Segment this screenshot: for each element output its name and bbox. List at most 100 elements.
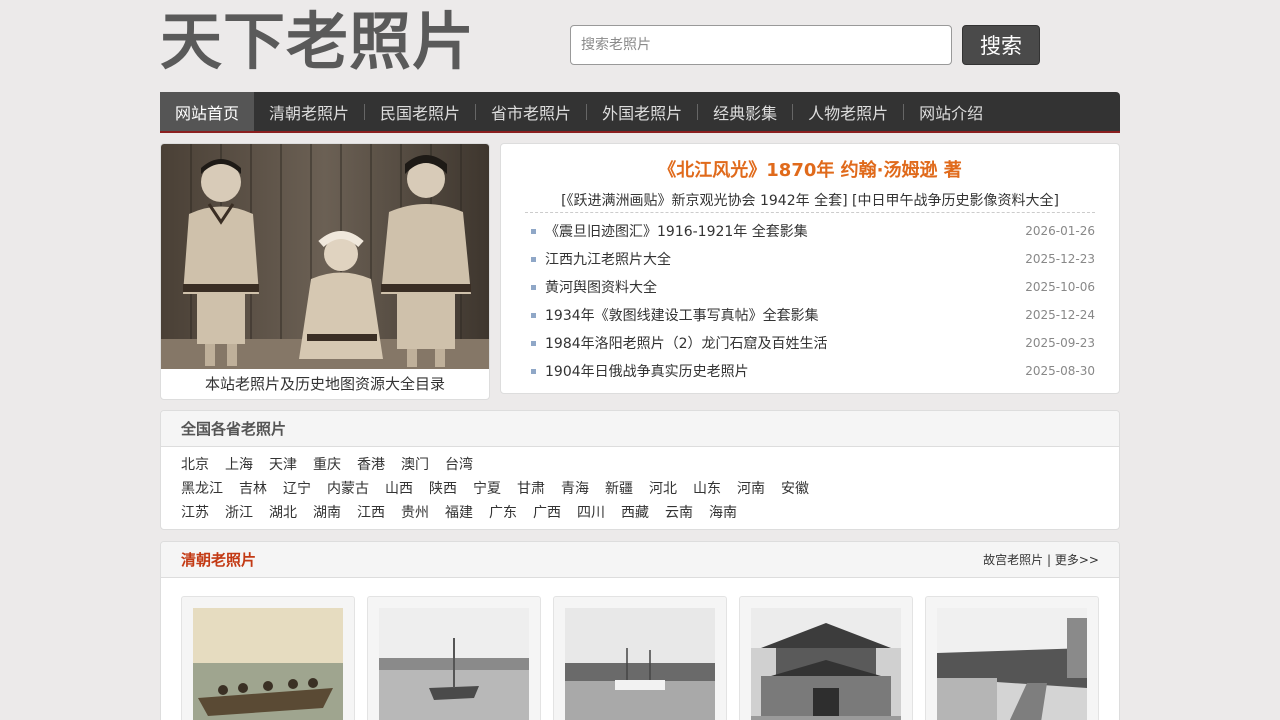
- news-date: 2025-09-23: [1025, 336, 1095, 350]
- list-item: 黄河舆图资料大全 2025-10-06: [531, 273, 1095, 301]
- news-link[interactable]: 江西九江老照片大全: [531, 249, 671, 269]
- province-link[interactable]: 青海: [561, 478, 589, 498]
- thumbnail-boat-photo[interactable]: [193, 608, 343, 720]
- photo-card[interactable]: [367, 596, 541, 720]
- thumbnail-riverside-photo[interactable]: [937, 608, 1087, 720]
- news-link[interactable]: 《震旦旧迹图汇》1916-1921年 全套影集: [531, 221, 808, 241]
- photo-card[interactable]: [553, 596, 727, 720]
- provinces-title: 全国各省老照片: [181, 420, 287, 438]
- province-link[interactable]: 四川: [577, 502, 605, 522]
- province-link[interactable]: 湖南: [313, 502, 341, 522]
- feature-card[interactable]: 本站老照片及历史地图资源大全目录: [160, 143, 490, 400]
- thumbnail-steamboat-photo[interactable]: [565, 608, 715, 720]
- province-link[interactable]: 上海: [225, 454, 253, 474]
- thumbnail-harbor-photo[interactable]: [379, 608, 529, 720]
- province-link[interactable]: 福建: [445, 502, 473, 522]
- qing-section-title[interactable]: 清朝老照片: [181, 549, 256, 570]
- main-nav: 网站首页 清朝老照片 民国老照片 省市老照片 外国老照片 经典影集 人物老照片 …: [160, 92, 1120, 133]
- province-link[interactable]: 新疆: [605, 478, 633, 498]
- list-item: 1934年《敦图线建设工事写真帖》全套影集 2025-12-24: [531, 301, 1095, 329]
- nav-item-minguo[interactable]: 民国老照片: [365, 92, 475, 131]
- site-logo[interactable]: 天下老照片: [160, 6, 475, 78]
- province-link[interactable]: 安徽: [781, 478, 809, 498]
- bullet-icon: [531, 256, 536, 262]
- province-link[interactable]: 甘肃: [517, 478, 545, 498]
- panel-header: 清朝老照片 故宫老照片 | 更多>>: [161, 542, 1119, 578]
- province-links: 北京 上海 天津 重庆 香港 澳门 台湾 黑龙江 吉林 辽宁 内蒙古 山西 陕西…: [161, 447, 1119, 524]
- province-link[interactable]: 辽宁: [283, 478, 311, 498]
- province-link[interactable]: 山东: [693, 478, 721, 498]
- news-date: 2025-12-24: [1025, 308, 1095, 322]
- list-item: 江西九江老照片大全 2025-12-23: [531, 245, 1095, 273]
- nav-item-about[interactable]: 网站介绍: [904, 92, 998, 131]
- sub-headline-links[interactable]: [《跃进满洲画贴》新京观光协会 1942年 全套] [中日甲午战争历史影像资料大…: [525, 192, 1095, 213]
- province-link[interactable]: 海南: [709, 502, 737, 522]
- province-link[interactable]: 天津: [269, 454, 297, 474]
- province-link[interactable]: 广东: [489, 502, 517, 522]
- more-link[interactable]: 更多>>: [1055, 553, 1099, 567]
- nav-item-people[interactable]: 人物老照片: [793, 92, 903, 131]
- province-link[interactable]: 重庆: [313, 454, 341, 474]
- thumbnail-city-gate-photo[interactable]: [751, 608, 901, 720]
- province-link[interactable]: 宁夏: [473, 478, 501, 498]
- forbidden-city-link[interactable]: 故宫老照片: [983, 553, 1043, 567]
- province-link[interactable]: 贵州: [401, 502, 429, 522]
- news-date: 2025-08-30: [1025, 364, 1095, 378]
- search-button[interactable]: 搜索: [962, 25, 1040, 65]
- news-date: 2025-10-06: [1025, 280, 1095, 294]
- province-row: 黑龙江 吉林 辽宁 内蒙古 山西 陕西 宁夏 甘肃 青海 新疆 河北 山东 河南…: [181, 476, 1099, 500]
- province-link[interactable]: 广西: [533, 502, 561, 522]
- province-link[interactable]: 陕西: [429, 478, 457, 498]
- panel-header: 全国各省老照片: [161, 411, 1119, 447]
- news-link[interactable]: 黄河舆图资料大全: [531, 277, 657, 297]
- province-link[interactable]: 云南: [665, 502, 693, 522]
- photo-card[interactable]: [739, 596, 913, 720]
- photo-card[interactable]: [925, 596, 1099, 720]
- list-item: 1904年日俄战争真实历史老照片 2025-08-30: [531, 357, 1095, 385]
- province-row: 江苏 浙江 湖北 湖南 江西 贵州 福建 广东 广西 四川 西藏 云南 海南: [181, 500, 1099, 524]
- news-panel: 《北江风光》1870年 约翰·汤姆逊 著 [《跃进满洲画贴》新京观光协会 194…: [500, 143, 1120, 394]
- province-link[interactable]: 河北: [649, 478, 677, 498]
- search-input[interactable]: [570, 25, 952, 65]
- nav-item-albums[interactable]: 经典影集: [698, 92, 792, 131]
- province-link[interactable]: 北京: [181, 454, 209, 474]
- province-link[interactable]: 台湾: [445, 454, 473, 474]
- provinces-panel: 全国各省老照片 北京 上海 天津 重庆 香港 澳门 台湾 黑龙江 吉林 辽宁 内…: [160, 410, 1120, 530]
- feature-caption[interactable]: 本站老照片及历史地图资源大全目录: [161, 369, 489, 399]
- bullet-icon: [531, 228, 536, 234]
- nav-item-qing[interactable]: 清朝老照片: [254, 92, 364, 131]
- feature-photo-three-girls[interactable]: [161, 144, 489, 369]
- list-item: 1984年洛阳老照片（2）龙门石窟及百姓生活 2025-09-23: [531, 329, 1095, 357]
- bullet-icon: [531, 368, 536, 374]
- province-link[interactable]: 江西: [357, 502, 385, 522]
- province-link[interactable]: 山西: [385, 478, 413, 498]
- news-list: 《震旦旧迹图汇》1916-1921年 全套影集 2026-01-26 江西九江老…: [531, 217, 1095, 385]
- province-link[interactable]: 澳门: [401, 454, 429, 474]
- headline-link[interactable]: 《北江风光》1870年 约翰·汤姆逊 著: [501, 160, 1119, 182]
- news-link[interactable]: 1984年洛阳老照片（2）龙门石窟及百姓生活: [531, 333, 828, 353]
- province-link[interactable]: 湖北: [269, 502, 297, 522]
- province-link[interactable]: 吉林: [239, 478, 267, 498]
- province-link[interactable]: 内蒙古: [327, 478, 369, 498]
- news-link[interactable]: 1904年日俄战争真实历史老照片: [531, 361, 749, 381]
- qing-photos-panel: 清朝老照片 故宫老照片 | 更多>>: [160, 541, 1120, 720]
- nav-item-cities[interactable]: 省市老照片: [476, 92, 586, 131]
- news-link[interactable]: 1934年《敦图线建设工事写真帖》全套影集: [531, 305, 819, 325]
- photo-card[interactable]: [181, 596, 355, 720]
- province-link[interactable]: 江苏: [181, 502, 209, 522]
- bullet-icon: [531, 284, 536, 290]
- province-link[interactable]: 西藏: [621, 502, 649, 522]
- bullet-icon: [531, 340, 536, 346]
- nav-item-home[interactable]: 网站首页: [160, 92, 255, 131]
- province-row: 北京 上海 天津 重庆 香港 澳门 台湾: [181, 452, 1099, 476]
- news-date: 2025-12-23: [1025, 252, 1095, 266]
- list-item: 《震旦旧迹图汇》1916-1921年 全套影集 2026-01-26: [531, 217, 1095, 245]
- bullet-icon: [531, 312, 536, 318]
- province-link[interactable]: 浙江: [225, 502, 253, 522]
- panel-links: 故宫老照片 | 更多>>: [983, 551, 1099, 568]
- province-link[interactable]: 黑龙江: [181, 478, 223, 498]
- province-link[interactable]: 河南: [737, 478, 765, 498]
- thumbnail-grid: [161, 578, 1119, 720]
- province-link[interactable]: 香港: [357, 454, 385, 474]
- nav-item-foreign[interactable]: 外国老照片: [587, 92, 697, 131]
